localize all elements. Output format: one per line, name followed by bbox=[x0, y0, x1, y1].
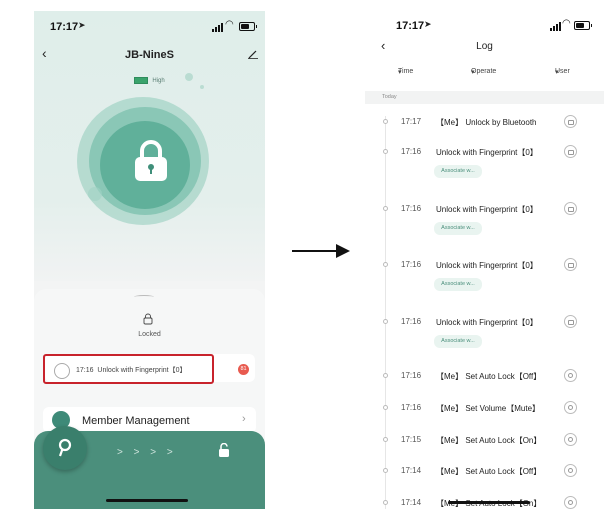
edit-icon[interactable] bbox=[248, 49, 258, 59]
associate-user-button[interactable]: Associate w... bbox=[434, 278, 482, 291]
timeline-dot bbox=[383, 149, 388, 154]
log-operation: 【Me】 Set Auto Lock【Off】 bbox=[436, 467, 542, 476]
signal-icon bbox=[550, 22, 561, 31]
chevron-right-icon: › bbox=[242, 413, 246, 425]
settings-icon bbox=[564, 369, 577, 382]
log-time: 17:16 bbox=[401, 371, 422, 380]
log-screen: 17:17 ➤ ◠ ‹ Log Time ▾ Operate ▾ User ▾ … bbox=[365, 11, 604, 509]
location-icon: ➤ bbox=[424, 19, 432, 29]
unlock-icon bbox=[564, 258, 577, 271]
drag-handle[interactable] bbox=[134, 295, 154, 299]
status-time: 17:17 bbox=[50, 21, 79, 33]
page-title: Log bbox=[476, 41, 493, 52]
wifi-icon: ◠ bbox=[225, 19, 234, 30]
battery-icon bbox=[574, 21, 592, 30]
log-operation: 【Me】 Unlock by Bluetooth bbox=[436, 118, 537, 127]
wifi-icon: ◠ bbox=[562, 18, 571, 29]
log-operation: 【Me】 Set Volume【Mute】 bbox=[436, 404, 541, 413]
timeline-dot bbox=[383, 500, 388, 505]
log-time: 17:14 bbox=[401, 466, 422, 475]
log-operation: Unlock with Fingerprint【0】 bbox=[436, 205, 538, 214]
log-time: 17:16 bbox=[401, 204, 422, 213]
timeline-dot bbox=[383, 319, 388, 324]
battery-level: High bbox=[34, 77, 265, 84]
timeline-dot bbox=[383, 206, 388, 211]
log-operation: 【Me】 Set Auto Lock【On】 bbox=[436, 436, 542, 445]
settings-icon bbox=[564, 401, 577, 414]
timeline-dot bbox=[383, 119, 388, 124]
timeline-dot bbox=[383, 262, 388, 267]
signal-icon bbox=[212, 23, 223, 32]
settings-icon bbox=[564, 433, 577, 446]
log-time: 17:17 bbox=[401, 117, 422, 126]
log-operation: Unlock with Fingerprint【0】 bbox=[436, 261, 538, 270]
filter-user[interactable]: User ▾ bbox=[555, 68, 570, 76]
slide-arrows: > > > > bbox=[117, 447, 177, 458]
key-button[interactable] bbox=[43, 426, 87, 470]
home-indicator bbox=[448, 501, 530, 504]
filter-bar: Time ▾ Operate ▾ User ▾ bbox=[365, 68, 604, 82]
unlock-icon bbox=[564, 145, 577, 158]
log-operation: 【Me】 Set Auto Lock【Off】 bbox=[436, 372, 542, 381]
device-title: JB-NineS bbox=[125, 49, 174, 61]
log-time: 17:14 bbox=[401, 498, 422, 507]
timeline-line bbox=[385, 116, 386, 509]
timeline-dot bbox=[383, 373, 388, 378]
battery-level-icon bbox=[134, 77, 149, 84]
timeline-dot bbox=[383, 405, 388, 410]
unlock-icon bbox=[564, 115, 577, 128]
log-time: 17:15 bbox=[401, 435, 422, 444]
home-indicator bbox=[106, 499, 188, 502]
log-time: 17:16 bbox=[401, 260, 422, 269]
lock-home-screen: 17:17 ➤ ◠ ‹ JB-NineS High Locked 17:16 U… bbox=[34, 11, 265, 509]
lock-icon[interactable] bbox=[132, 139, 170, 183]
log-operation: Unlock with Fingerprint【0】 bbox=[436, 148, 538, 157]
associate-user-button[interactable]: Associate w... bbox=[434, 165, 482, 178]
key-icon bbox=[58, 438, 72, 457]
lock-status-icon bbox=[143, 313, 153, 325]
timeline-dot bbox=[383, 468, 388, 473]
section-label: Today bbox=[382, 94, 397, 100]
unlock-icon bbox=[564, 315, 577, 328]
timeline-dot bbox=[383, 437, 388, 442]
bubble bbox=[88, 187, 102, 201]
unlock-icon bbox=[564, 202, 577, 215]
filter-operate[interactable]: Operate ▾ bbox=[471, 68, 496, 76]
settings-icon bbox=[564, 464, 577, 477]
bubble bbox=[185, 73, 193, 81]
bubble bbox=[200, 85, 204, 89]
lock-status-label: Locked bbox=[138, 331, 161, 338]
associate-user-button[interactable]: Associate w... bbox=[434, 222, 482, 235]
log-time: 17:16 bbox=[401, 403, 422, 412]
log-operation: Unlock with Fingerprint【0】 bbox=[436, 318, 538, 327]
event-count-badge: 81 bbox=[238, 364, 249, 375]
member-management-label: Member Management bbox=[82, 415, 190, 427]
location-icon: ➤ bbox=[78, 20, 86, 30]
highlight-box bbox=[43, 354, 214, 384]
status-time: 17:17 bbox=[396, 20, 425, 32]
settings-icon bbox=[564, 496, 577, 509]
section-header: Today bbox=[365, 91, 604, 104]
filter-time[interactable]: Time ▾ bbox=[398, 68, 413, 76]
battery-icon bbox=[239, 22, 257, 31]
unlock-icon bbox=[219, 443, 229, 457]
log-time: 17:16 bbox=[401, 147, 422, 156]
associate-user-button[interactable]: Associate w... bbox=[434, 335, 482, 348]
battery-level-label: High bbox=[152, 78, 165, 85]
log-time: 17:16 bbox=[401, 317, 422, 326]
arrow-right-icon bbox=[292, 244, 350, 258]
